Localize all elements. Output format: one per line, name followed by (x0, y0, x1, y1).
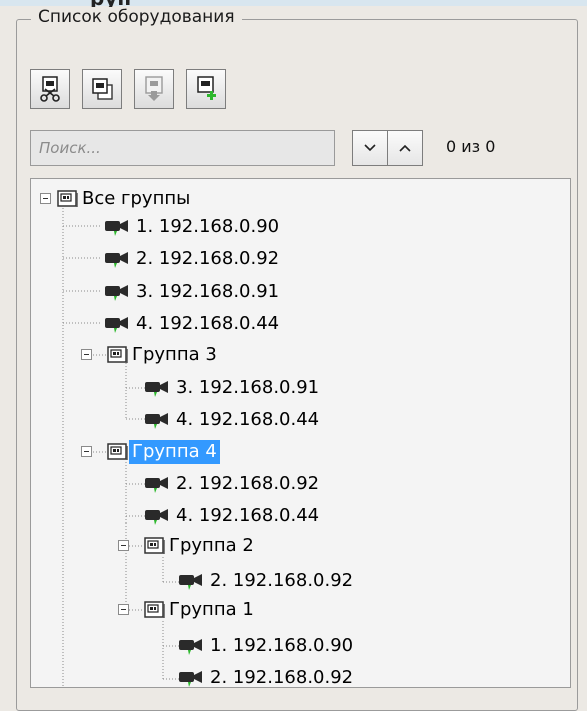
top-strip (0, 0, 587, 6)
tree-node-label: Все группы (82, 188, 191, 209)
camera-group-icon (144, 600, 165, 618)
camera-add-icon (197, 76, 216, 100)
tree-expander-group[interactable] (81, 349, 92, 360)
chevron-down-icon (364, 144, 376, 152)
search-input[interactable] (30, 130, 335, 166)
camera-icon (145, 509, 168, 525)
equipment-list-title: Список оборудования (31, 7, 242, 27)
camera-move-down-icon (145, 76, 163, 101)
camera-icon (105, 252, 128, 268)
camera-icon (179, 671, 202, 687)
tree-node-label: Группа 1 (169, 599, 254, 620)
tree-camera-item[interactable]: 4. 192.168.0.44 (143, 406, 322, 434)
tree-camera-label: 4. 192.168.0.44 (136, 313, 280, 334)
move-camera-button[interactable] (134, 69, 174, 109)
tree-camera-label: 3. 192.168.0.91 (176, 377, 320, 398)
add-camera-button[interactable] (186, 69, 226, 109)
remove-camera-button[interactable] (30, 69, 70, 109)
tree-camera-label: 1. 192.168.0.90 (210, 635, 354, 656)
search-result-counter: 0 из 0 (446, 137, 496, 156)
tree-camera-label: 4. 192.168.0.44 (176, 505, 320, 526)
tree-expander-group[interactable] (81, 446, 92, 457)
tree-node-group-4[interactable]: Группа 4 (107, 438, 220, 466)
camera-group-icon (107, 442, 128, 460)
tree-node-all-groups[interactable]: Все группы (57, 185, 193, 213)
camera-cut-icon (40, 76, 60, 102)
camera-group-icon (107, 345, 128, 363)
tree-node-label: Группа 4 (129, 440, 220, 464)
tree-camera-item[interactable]: 3. 192.168.0.91 (103, 278, 282, 306)
camera-group-icon (144, 536, 165, 554)
tree-camera-item[interactable]: 4. 192.168.0.44 (143, 502, 322, 530)
tree-camera-item[interactable]: 3. 192.168.0.91 (143, 374, 322, 402)
tree-camera-item[interactable]: 2. 192.168.0.92 (143, 470, 322, 498)
tree-camera-item[interactable]: 4. 192.168.0.44 (103, 310, 282, 338)
tree-node-group-1[interactable]: Группа 1 (144, 596, 257, 624)
camera-icon (105, 317, 128, 333)
tree-expander-group[interactable] (118, 604, 129, 615)
tree-camera-label: 2. 192.168.0.92 (176, 473, 320, 494)
tree-node-label: Группа 2 (169, 535, 254, 556)
tree-camera-label: 2. 192.168.0.92 (210, 667, 354, 688)
camera-icon (179, 574, 202, 590)
tree-node-group-3[interactable]: Группа 3 (107, 341, 220, 369)
tree-camera-item[interactable]: 2. 192.168.0.92 (177, 664, 356, 688)
camera-icon (105, 220, 128, 236)
equipment-tree[interactable]: Все группы 1. 192.168.0.90 2. 192.168.0.… (30, 178, 571, 688)
tree-camera-label: 2. 192.168.0.92 (136, 248, 280, 269)
camera-group-icon (57, 189, 78, 207)
camera-icon (145, 413, 168, 429)
tree-node-group-2[interactable]: Группа 2 (144, 532, 257, 560)
camera-icon (145, 477, 168, 493)
search-next-button[interactable] (352, 130, 388, 166)
tree-node-label: Группа 3 (132, 344, 217, 365)
chevron-up-icon (399, 144, 411, 152)
camera-icon (145, 381, 168, 397)
tree-camera-item[interactable]: 1. 192.168.0.90 (177, 632, 356, 660)
copy-camera-button[interactable] (82, 69, 122, 109)
tree-camera-item[interactable]: 1. 192.168.0.90 (103, 213, 282, 241)
camera-icon (179, 639, 202, 655)
tree-camera-label: 4. 192.168.0.44 (176, 409, 320, 430)
tree-camera-label: 3. 192.168.0.91 (136, 281, 280, 302)
tree-expander-group[interactable] (118, 540, 129, 551)
search-prev-button[interactable] (387, 130, 423, 166)
tree-camera-item[interactable]: 2. 192.168.0.92 (177, 567, 356, 595)
tree-camera-label: 1. 192.168.0.90 (136, 216, 280, 237)
tree-camera-item[interactable]: 2. 192.168.0.92 (103, 245, 282, 273)
tree-camera-label: 2. 192.168.0.92 (210, 570, 354, 591)
camera-copy-icon (92, 78, 113, 100)
camera-icon (105, 285, 128, 301)
tree-expander-root[interactable] (40, 193, 51, 204)
equipment-toolbar (30, 69, 226, 109)
